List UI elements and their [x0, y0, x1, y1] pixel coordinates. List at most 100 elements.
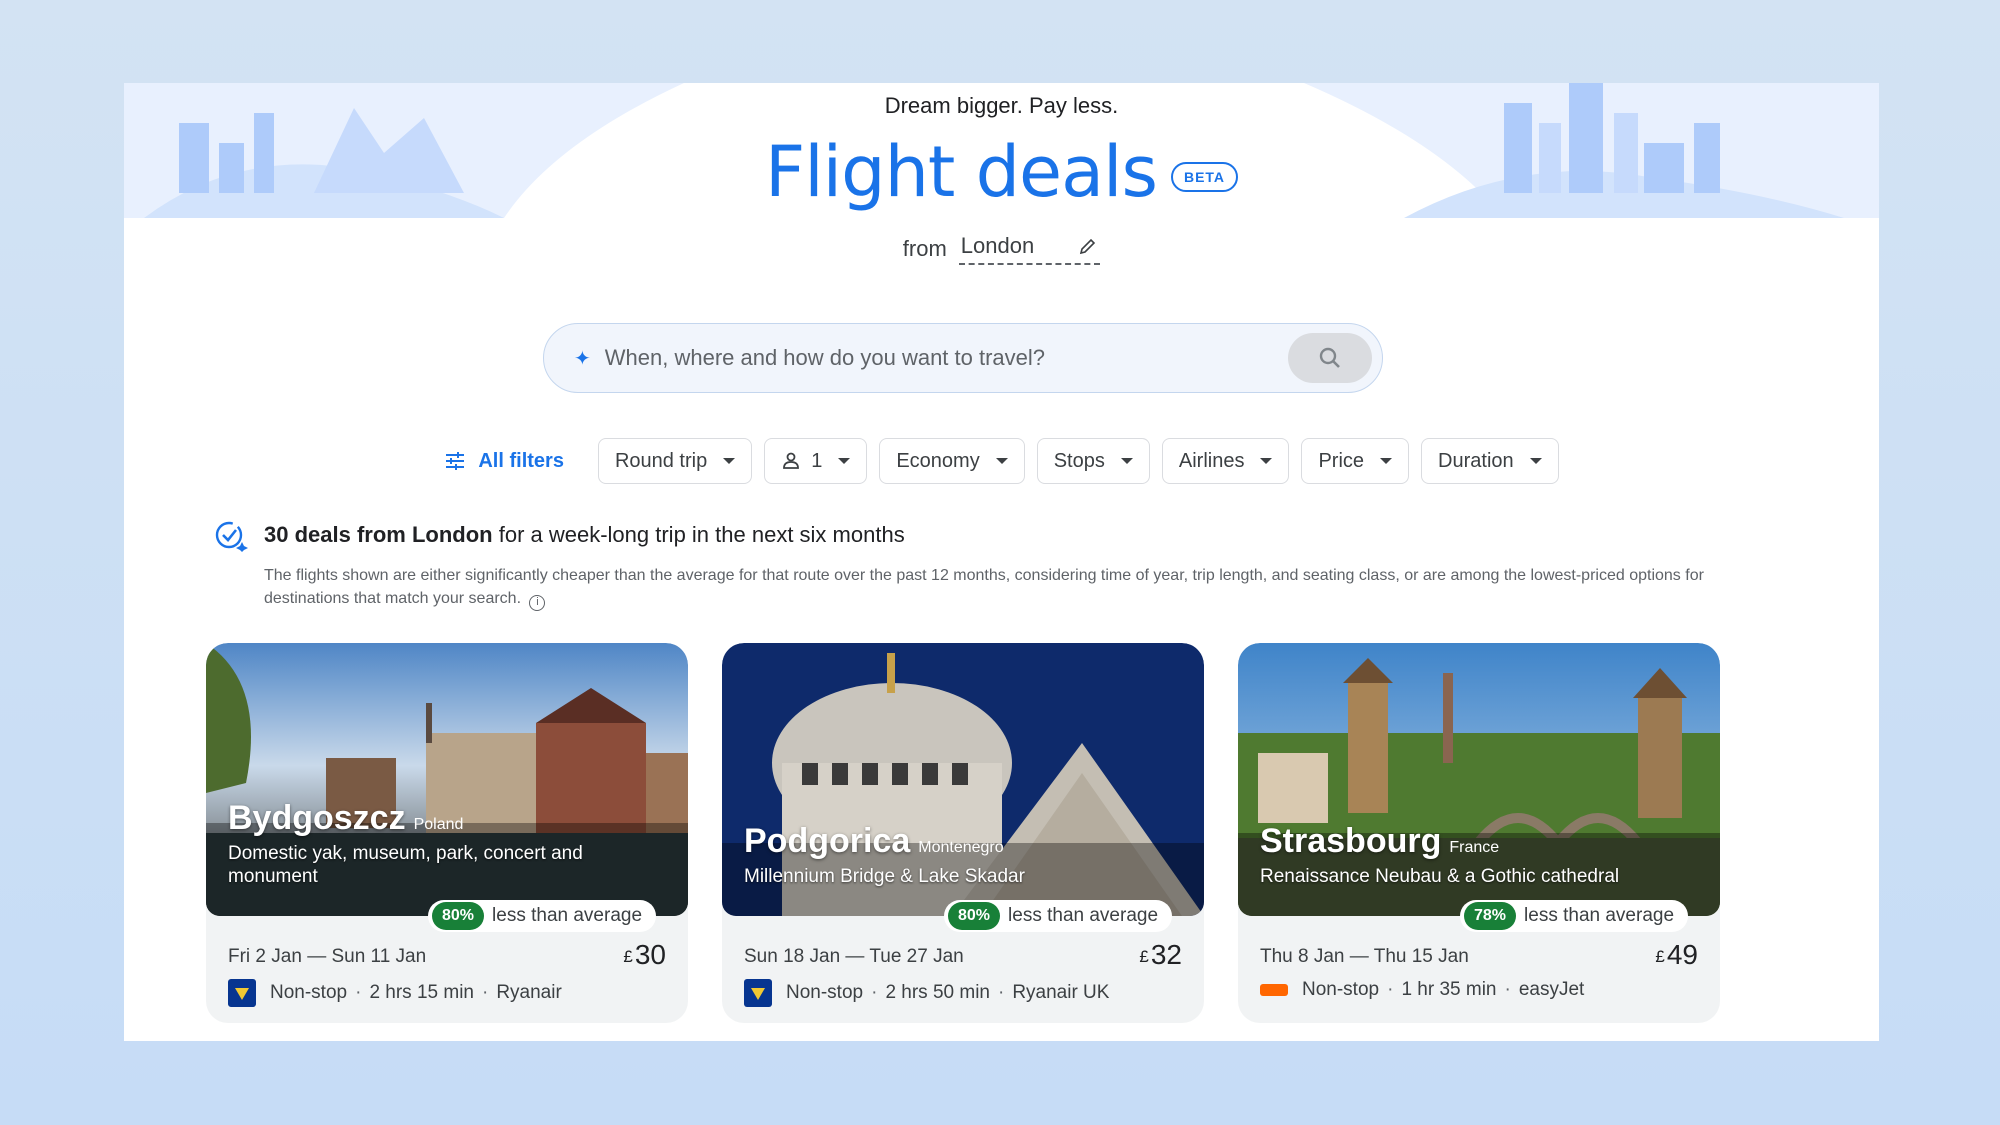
summary-count: 30 deals from London	[264, 522, 493, 547]
price-value: 30	[634, 939, 666, 970]
price-label: Price	[1318, 449, 1365, 472]
price-value: 49	[1666, 939, 1698, 970]
from-label: from	[902, 236, 947, 261]
beta-badge: BETA	[1170, 162, 1239, 192]
caret-down-icon	[1529, 458, 1542, 464]
deal-card[interactable]: Podgorica Montenegro Millennium Bridge & …	[722, 643, 1204, 1023]
stops-text: Non-stop	[270, 982, 348, 1003]
deal-price: £30	[623, 939, 666, 971]
photo-caption: Strasbourg France Renaissance Neubau & a …	[1260, 822, 1700, 888]
discount-percent: 80%	[948, 902, 1001, 930]
easyjet-logo-icon	[1260, 984, 1288, 996]
caret-down-icon	[1120, 458, 1133, 464]
country-name: Poland	[413, 816, 464, 833]
origin-field[interactable]: London	[958, 233, 1101, 265]
origin-row: from London	[124, 233, 1879, 265]
duration-text: 2 hrs 15 min	[369, 982, 474, 1003]
stops-text: Non-stop	[786, 982, 864, 1003]
price-value: 32	[1150, 939, 1182, 970]
trip-type-dropdown[interactable]: Round trip	[597, 438, 753, 484]
summary-heading: 30 deals from London for a week-long tri…	[214, 518, 1774, 552]
destination-description: Renaissance Neubau & a Gothic cathedral	[1260, 866, 1620, 887]
discount-percent: 80%	[432, 902, 485, 930]
destination-photo: Strasbourg France Renaissance Neubau & a …	[1238, 643, 1720, 916]
discount-label: less than average	[492, 905, 643, 926]
deal-price: £32	[1139, 939, 1182, 971]
airlines-label: Airlines	[1178, 449, 1245, 472]
trip-dates: Sun 18 Jan — Tue 27 Jan	[744, 946, 964, 967]
duration-label: Duration	[1438, 449, 1514, 472]
airline-name: easyJet	[1518, 979, 1585, 1000]
tagline: Dream bigger. Pay less.	[884, 93, 1119, 118]
page-title: Flight deals	[764, 131, 1158, 213]
city-name: Strasbourg	[1260, 822, 1442, 860]
separator: ·	[1387, 979, 1394, 1000]
separator: ·	[1504, 979, 1511, 1000]
caret-down-icon	[1260, 458, 1273, 464]
verified-sparkle-icon	[215, 521, 248, 552]
discount-badge: 80% less than average	[428, 900, 657, 932]
currency-symbol: £	[623, 947, 633, 966]
country-name: Montenegro	[918, 839, 1004, 856]
deals-summary: 30 deals from London for a week-long tri…	[214, 518, 1774, 611]
stops-label: Stops	[1053, 449, 1105, 472]
sparkle-icon: ✦	[574, 347, 591, 370]
flight-meta: Non-stop · 2 hrs 15 min · Ryanair	[228, 979, 562, 1007]
search-button[interactable]	[1288, 333, 1372, 383]
separator: ·	[355, 982, 362, 1003]
flight-deals-window: Dream bigger. Pay less. Flight deals BET…	[124, 83, 1879, 1041]
deal-price: £49	[1655, 939, 1698, 971]
discount-badge: 80% less than average	[944, 900, 1173, 932]
info-icon[interactable]: i	[529, 595, 546, 611]
separator: ·	[997, 982, 1005, 1003]
flight-meta: Non-stop · 2 hrs 50 min · Ryanair UK	[744, 979, 1109, 1007]
discount-badge: 78% less than average	[1460, 900, 1689, 932]
destination-description: Millennium Bridge & Lake Skadar	[744, 866, 1025, 887]
caret-down-icon	[838, 458, 851, 464]
title-row: Flight deals BETA	[124, 131, 1879, 213]
deal-card[interactable]: Strasbourg France Renaissance Neubau & a …	[1238, 643, 1720, 1023]
flight-meta: Non-stop · 1 hr 35 min · easyJet	[1260, 979, 1584, 1001]
stops-text: Non-stop	[1302, 979, 1380, 1000]
city-name: Bydgoszcz	[228, 799, 406, 837]
trip-dates: Thu 8 Jan — Thu 15 Jan	[1260, 946, 1469, 967]
deal-card[interactable]: Bydgoszcz Poland Domestic yak, museum, pa…	[206, 643, 688, 1023]
passengers-count: 1	[811, 449, 823, 472]
summary-rest: for a week-long trip in the next six mon…	[498, 522, 905, 547]
trip-dates: Fri 2 Jan — Sun 11 Jan	[228, 946, 427, 967]
destination-photo: Bydgoszcz Poland Domestic yak, museum, pa…	[206, 643, 688, 916]
discount-percent: 78%	[1464, 902, 1517, 930]
search-box[interactable]: ✦ When, where and how do you want to tra…	[543, 323, 1383, 393]
passengers-dropdown[interactable]: 1	[764, 438, 868, 484]
stops-dropdown[interactable]: Stops	[1036, 438, 1150, 484]
caret-down-icon	[1380, 458, 1393, 464]
origin-value: London	[960, 233, 1035, 258]
photo-caption: Podgorica Montenegro Millennium Bridge & …	[744, 822, 1184, 888]
airline-name: Ryanair UK	[1012, 982, 1110, 1003]
duration-text: 1 hr 35 min	[1401, 979, 1497, 1000]
summary-note-text: The flights shown are either significant…	[264, 567, 1704, 607]
destination-photo: Podgorica Montenegro Millennium Bridge & …	[722, 643, 1204, 916]
discount-label: less than average	[1008, 905, 1159, 926]
price-dropdown[interactable]: Price	[1301, 438, 1410, 484]
cabin-label: Economy	[896, 449, 980, 472]
summary-note: The flights shown are either significant…	[264, 564, 1774, 611]
caret-down-icon	[723, 458, 736, 464]
airlines-dropdown[interactable]: Airlines	[1161, 438, 1290, 484]
tune-icon	[446, 452, 465, 470]
pencil-icon	[1080, 238, 1096, 255]
all-filters-label: All filters	[478, 449, 564, 472]
airline-name: Ryanair	[496, 982, 562, 1003]
duration-dropdown[interactable]: Duration	[1421, 438, 1559, 484]
search-icon	[1319, 347, 1340, 368]
all-filters-button[interactable]: All filters	[444, 450, 586, 473]
search-input[interactable]: When, where and how do you want to trave…	[605, 345, 1288, 371]
destination-description: Domestic yak, museum, park, concert and …	[228, 843, 583, 887]
currency-symbol: £	[1655, 947, 1665, 966]
city-name: Podgorica	[744, 822, 911, 860]
ryanair-logo-icon	[744, 979, 772, 1007]
separator: ·	[481, 982, 489, 1003]
duration-text: 2 hrs 50 min	[885, 982, 990, 1003]
cabin-dropdown[interactable]: Economy	[879, 438, 1025, 484]
discount-label: less than average	[1524, 905, 1675, 926]
